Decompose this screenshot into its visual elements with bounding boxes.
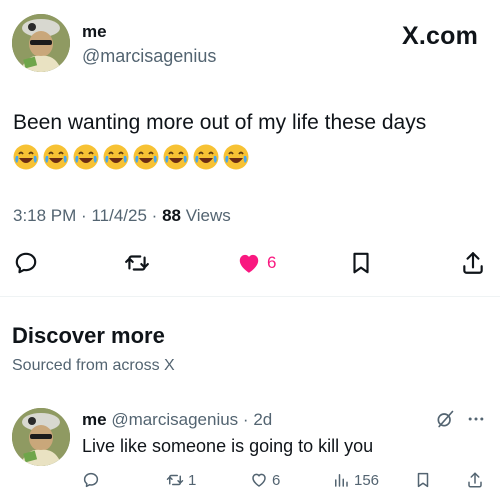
repost-icon [125, 255, 149, 271]
discover-subtitle: Sourced from across X [12, 357, 175, 374]
share-button[interactable] [460, 248, 486, 278]
more-options-button[interactable] [466, 408, 486, 430]
views-count: 88 [162, 206, 181, 225]
bookmark-icon [353, 252, 369, 274]
post-text: Been wanting more out of my life these d… [13, 111, 427, 134]
heart-filled-icon [239, 254, 259, 273]
share-icon [468, 472, 482, 488]
share-icon [463, 252, 483, 274]
avatar-image [12, 14, 70, 72]
views-label: Views [185, 206, 231, 225]
heart-icon [252, 473, 266, 487]
related-like-count: 6 [272, 471, 281, 489]
related-repost-button[interactable]: 1 [166, 470, 196, 490]
related-views-button[interactable]: 156 [332, 470, 379, 490]
laughing-emoji-icon [43, 144, 69, 170]
bookmark-icon [417, 472, 429, 488]
discover-title: Discover more [12, 323, 165, 348]
laughing-emoji-icon [103, 144, 129, 170]
related-bookmark-button[interactable] [414, 470, 432, 490]
laughing-emoji-icon [133, 144, 159, 170]
laughing-emoji-icon [163, 144, 189, 170]
related-post-age[interactable]: 2d [253, 410, 272, 429]
reply-button[interactable] [13, 248, 39, 278]
repost-button[interactable] [124, 248, 150, 278]
grok-button[interactable] [435, 408, 455, 430]
related-share-button[interactable] [466, 470, 484, 490]
related-views-count: 156 [354, 471, 380, 489]
related-author-avatar[interactable] [12, 408, 70, 466]
author-name[interactable]: me [82, 22, 107, 42]
author-avatar[interactable] [12, 14, 70, 72]
emoji-row [12, 143, 250, 171]
like-button[interactable]: 6 [236, 248, 276, 278]
meta-separator: · [242, 410, 249, 429]
related-author-name[interactable]: me [82, 410, 107, 429]
repost-icon [166, 474, 184, 486]
post-meta: 3:18 PM · 11/4/25 · 88 Views [13, 206, 231, 226]
related-repost-count: 1 [188, 471, 197, 489]
analytics-icon [335, 474, 348, 487]
more-dots-icon [468, 417, 484, 421]
post-time[interactable]: 3:18 PM [13, 206, 76, 225]
related-author-line: me @marcisagenius · 2d [82, 410, 272, 430]
post-date[interactable]: 11/4/25 [91, 206, 146, 225]
reply-icon [15, 252, 37, 274]
laughing-emoji-icon [13, 144, 39, 170]
avatar-image [12, 408, 70, 466]
laughing-emoji-icon [73, 144, 99, 170]
section-divider [0, 296, 500, 297]
related-post-text: Live like someone is going to kill you [82, 436, 374, 456]
reply-icon [83, 472, 99, 488]
related-author-handle[interactable]: @marcisagenius [111, 410, 238, 429]
brand-logo: X.com [401, 22, 478, 50]
related-like-button[interactable]: 6 [250, 470, 280, 490]
laughing-emoji-icon [193, 144, 219, 170]
author-handle[interactable]: @marcisagenius [82, 46, 216, 67]
laughing-emoji-icon [223, 144, 249, 170]
related-reply-button[interactable] [82, 470, 100, 490]
meta-separator: · [81, 206, 87, 225]
like-count: 6 [267, 253, 277, 272]
meta-separator: · [151, 206, 158, 225]
bookmark-button[interactable] [348, 248, 374, 278]
post-actions: 6 [0, 248, 500, 278]
grok-icon [437, 410, 454, 428]
